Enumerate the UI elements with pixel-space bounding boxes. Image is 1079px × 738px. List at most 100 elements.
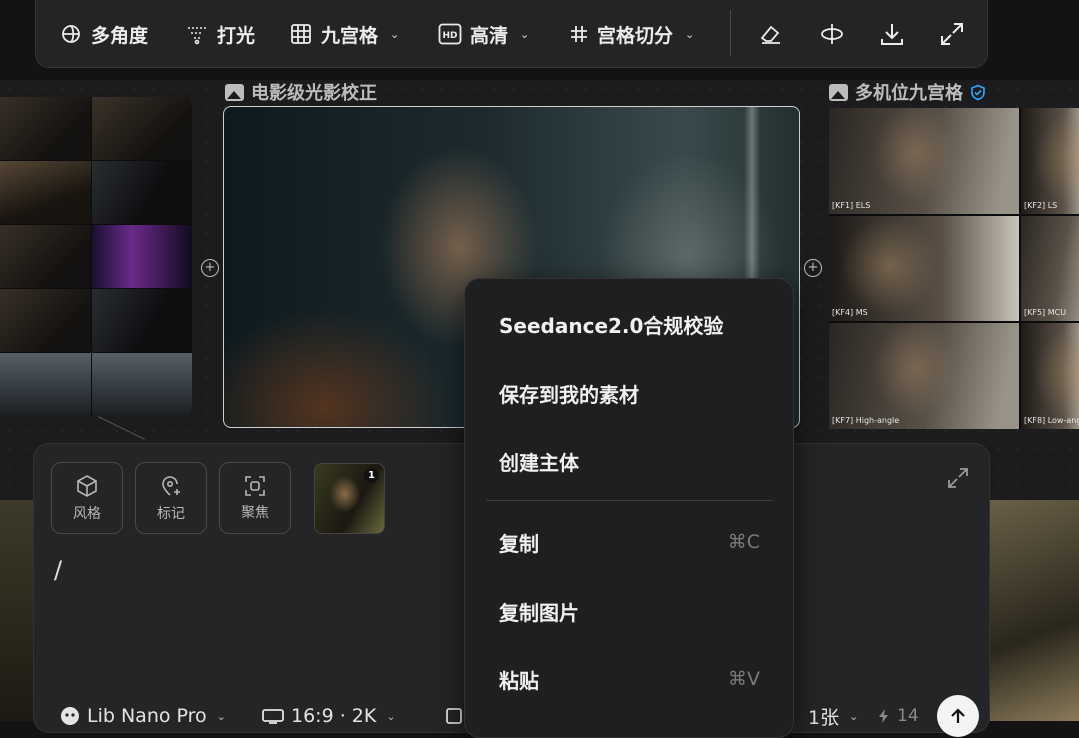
model-logo-icon xyxy=(61,707,79,725)
camera-icon xyxy=(446,708,462,724)
menu-item-paste[interactable]: 粘贴 ⌘V xyxy=(465,654,793,704)
menu-item-copy-image[interactable]: 复制图片 xyxy=(465,586,793,636)
grid-frame xyxy=(0,225,91,288)
style-button[interactable]: 风格 xyxy=(51,462,123,534)
eraser-icon xyxy=(760,25,780,44)
hd-icon: HD xyxy=(438,23,462,45)
hd-label: 高清 xyxy=(470,24,509,47)
chevron-down-icon: ⌄ xyxy=(390,27,400,41)
right-node-title-text: 多机位九宫格 xyxy=(855,83,963,104)
grid-frame: [KF5] MCU xyxy=(1021,215,1079,322)
menu-item-label: 保存到我的素材 xyxy=(499,382,639,407)
right-image-node[interactable]: [KF1] ELS [KF2] LS [KF4] MS [KF5] MCU [K… xyxy=(829,108,1079,429)
expand-button[interactable] xyxy=(946,466,970,494)
frame-label: [KF2] LS xyxy=(1024,200,1058,210)
left-image-node[interactable] xyxy=(0,97,192,416)
menu-item-compliance-check[interactable]: Seedance2.0合规校验 xyxy=(465,299,793,349)
mark-button[interactable]: 标记 xyxy=(135,462,207,534)
grid-frame xyxy=(0,289,91,352)
nine-grid-dropdown[interactable]: 九宫格 ⌄ xyxy=(289,0,399,68)
model-label: Lib Nano Pro xyxy=(87,705,207,727)
hd-dropdown[interactable]: HD 高清 ⌄ xyxy=(438,0,529,68)
menu-item-label: 复制 xyxy=(499,531,539,556)
menu-item-label: 创建主体 xyxy=(499,450,579,475)
lightning-icon xyxy=(879,709,888,723)
thumbnail-badge: 1 xyxy=(364,468,379,483)
menu-item-save-to-assets[interactable]: 保存到我的素材 xyxy=(465,368,793,418)
grid-frame: [KF7] High-angle xyxy=(829,323,1019,429)
credits-indicator: 14 xyxy=(877,702,919,730)
grid-frame xyxy=(0,161,91,224)
mark-label: 标记 xyxy=(157,505,185,522)
grid-split-label: 宫格切分 xyxy=(597,24,674,47)
menu-item-copy[interactable]: 复制 ⌘C xyxy=(465,517,793,567)
eraser-button[interactable] xyxy=(753,16,789,52)
frame-label: [KF8] Low-angle xyxy=(1024,415,1079,425)
lighting-icon xyxy=(188,27,206,45)
lower-image-node[interactable] xyxy=(990,500,1079,721)
prompt-input[interactable]: / xyxy=(54,556,62,584)
menu-item-label: 复制图片 xyxy=(499,600,579,625)
frame-label: [KF1] ELS xyxy=(832,200,871,210)
grid-frame: [KF2] LS xyxy=(1021,108,1079,214)
multi-angle-label: 多角度 xyxy=(91,24,149,47)
fullscreen-icon xyxy=(941,23,963,45)
toolbar-divider xyxy=(730,10,731,56)
grid-icon xyxy=(291,24,311,44)
nine-grid-label: 九宫格 xyxy=(321,24,379,47)
model-selector[interactable]: Lib Nano Pro ⌄ xyxy=(59,702,226,730)
download-button[interactable] xyxy=(874,16,910,52)
credits-value: 14 xyxy=(897,706,919,726)
multi-angle-button[interactable]: 多角度 xyxy=(59,0,148,68)
frame-label: [KF7] High-angle xyxy=(832,415,900,425)
connect-node-button[interactable]: + xyxy=(201,259,219,277)
grid-frame xyxy=(91,97,192,160)
count-selector[interactable]: 1张 ⌄ xyxy=(808,702,858,730)
chevron-down-icon: ⌄ xyxy=(520,27,530,41)
grid-frame xyxy=(91,353,192,416)
expand-icon xyxy=(948,468,968,488)
chevron-down-icon: ⌄ xyxy=(685,27,695,41)
connect-node-button[interactable]: + xyxy=(804,259,822,277)
center-node-title-text: 电影级光影校正 xyxy=(251,83,377,104)
grid-frame: [KF8] Low-angle xyxy=(1021,323,1079,429)
focus-button[interactable]: 聚焦 xyxy=(219,462,291,534)
hashtag-icon xyxy=(571,26,587,42)
image-icon xyxy=(829,83,848,101)
camera-selector[interactable] xyxy=(444,702,464,730)
rotate-icon xyxy=(821,24,843,44)
submit-button[interactable] xyxy=(937,695,979,737)
aspect-selector[interactable]: 16:9 · 2K ⌄ xyxy=(261,702,396,730)
grid-frame xyxy=(91,289,192,352)
fullscreen-button[interactable] xyxy=(934,16,970,52)
lighting-button[interactable]: 打光 xyxy=(185,0,255,68)
image-icon xyxy=(225,83,244,101)
rotate-view-button[interactable] xyxy=(814,16,850,52)
menu-item-create-subject[interactable]: 创建主体 xyxy=(465,436,793,486)
frame-label: [KF5] MCU xyxy=(1024,308,1067,318)
lower-image-node[interactable] xyxy=(0,500,33,721)
center-node-title: 电影级光影校正 xyxy=(225,79,377,105)
svg-text:HD: HD xyxy=(442,31,457,41)
lighting-label: 打光 xyxy=(217,24,256,47)
download-icon xyxy=(881,24,903,45)
grid-frame xyxy=(0,97,91,160)
grid-frame: [KF1] ELS xyxy=(829,108,1019,214)
focus-icon xyxy=(245,475,265,496)
frame-label: [KF4] MS xyxy=(832,308,868,318)
multi-angle-icon xyxy=(62,25,80,43)
grid-frame: [KF4] MS xyxy=(829,215,1019,322)
arrow-up-icon xyxy=(951,708,965,723)
count-label: 1张 xyxy=(808,706,840,729)
reference-thumbnail[interactable]: 1 xyxy=(314,463,385,534)
menu-item-label: Seedance2.0合规校验 xyxy=(499,313,724,338)
style-label: 风格 xyxy=(73,505,101,522)
grid-split-dropdown[interactable]: 宫格切分 ⌄ xyxy=(569,0,694,68)
menu-shortcut: ⌘C xyxy=(727,531,760,553)
cube-icon xyxy=(77,474,97,497)
image-toolbar: 多角度 打光 九宫格 ⌄ HD 高清 ⌄ 宫格切分 ⌄ xyxy=(35,0,988,68)
screen-icon xyxy=(262,709,284,724)
menu-item-label: 粘贴 xyxy=(499,668,539,693)
map-pin-plus-icon xyxy=(162,475,180,496)
menu-shortcut: ⌘V xyxy=(728,668,760,690)
